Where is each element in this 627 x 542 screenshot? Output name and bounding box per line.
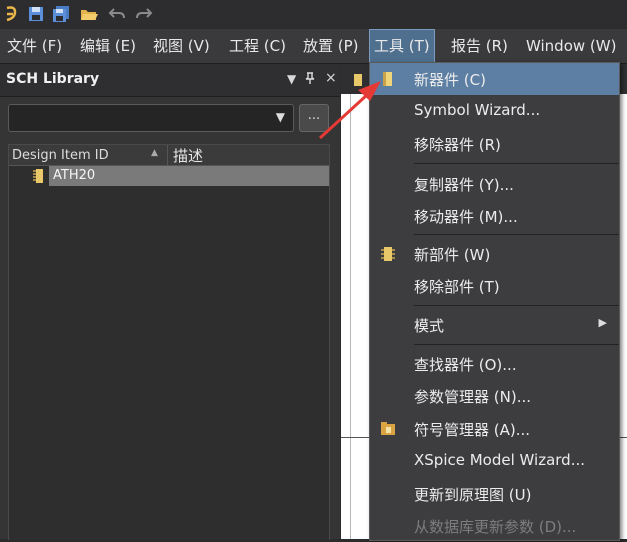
sort-ascending-icon: ▲ [151,148,158,158]
save-all-icon[interactable] [52,5,70,23]
logo-icon [2,5,20,23]
column-design-item-id[interactable]: Design Item ID [12,148,109,163]
submenu-arrow-icon: ▶ [598,316,607,329]
menu-item-remove-part[interactable]: 移除部件 (T) [370,270,619,302]
sch-library-panel: SCH Library ▼ × ▼ ... Design Item ID ▲ 描… [0,64,340,540]
menu-item-symbol-wizard[interactable]: Symbol Wizard... [370,95,619,127]
open-folder-icon[interactable] [80,5,98,23]
component-list: Design Item ID ▲ 描述 ATH20 [8,144,330,540]
library-filter-dropdown[interactable]: ▼ [8,104,294,132]
menu-item-find-component[interactable]: 查找器件 (O)... [370,348,619,380]
list-header: Design Item ID ▲ 描述 [9,145,329,166]
menu-item-new-part[interactable]: 新部件 (W) [370,238,619,270]
menu-project[interactable]: 工程 (C) [225,29,290,63]
menu-window[interactable]: Window (W) [522,29,620,63]
panel-header: SCH Library ▼ × [0,64,340,97]
menu-item-update-schematics[interactable]: 更新到原理图 (U) [370,478,619,510]
tools-dropdown-menu: 新器件 (C) Symbol Wizard... 移除器件 (R) 复制器件 (… [369,62,620,541]
menu-reports[interactable]: 报告 (R) [447,29,512,63]
pin-icon[interactable] [305,72,315,87]
menu-item-update-from-database: 从数据库更新参数 (D)... [414,518,577,536]
browse-button[interactable]: ... [299,104,329,132]
menu-item-parameter-manager[interactable]: 参数管理器 (N)... [370,380,619,412]
part-icon [380,246,396,262]
menu-item-remove-component[interactable]: 移除器件 (R) [370,128,619,160]
menu-place[interactable]: 放置 (P) [299,29,363,63]
menu-tools[interactable]: 工具 (T) [369,29,435,63]
chevron-down-icon: ▼ [275,110,285,124]
panel-title: SCH Library [6,71,100,87]
menu-view[interactable]: 视图 (V) [149,29,214,63]
symbol-manager-icon [380,421,396,437]
item-id: ATH20 [53,168,96,183]
quick-access-toolbar [0,0,627,28]
menu-file[interactable]: 文件 (F) [3,29,66,63]
document-tab-icon[interactable] [354,74,362,86]
save-icon[interactable] [27,5,45,23]
panel-menu-icon[interactable]: ▼ [287,72,296,86]
menu-item-copy-component[interactable]: 复制器件 (Y)... [370,168,619,200]
menu-item-symbol-manager[interactable]: 符号管理器 (A)... [370,413,619,445]
component-icon [380,71,396,87]
close-icon[interactable]: × [325,70,337,86]
menu-item-mode[interactable]: 模式 ▶ [370,309,619,341]
list-item[interactable]: ATH20 [9,166,329,186]
menu-item-xspice-model-wizard[interactable]: XSpice Model Wizard... [370,445,619,477]
column-description[interactable]: 描述 [173,145,203,166]
menu-bar: 文件 (F) 编辑 (E) 视图 (V) 工程 (C) 放置 (P) 工具 (T… [0,29,627,64]
redo-icon[interactable] [135,5,153,23]
menu-edit[interactable]: 编辑 (E) [76,29,140,63]
menu-item-move-component[interactable]: 移动器件 (M)... [370,200,619,232]
component-icon [31,168,47,184]
menu-item-new-component[interactable]: 新器件 (C) [370,63,619,95]
undo-icon[interactable] [108,5,126,23]
